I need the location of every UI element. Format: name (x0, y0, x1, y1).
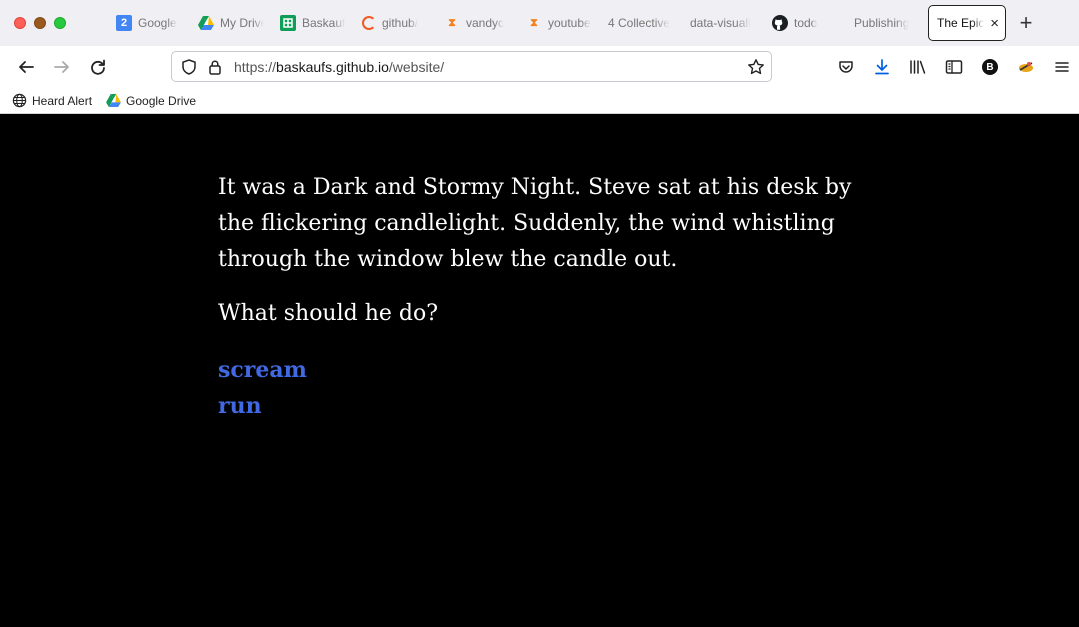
tab-label: Baskauf (302, 16, 346, 30)
story-container: It was a Dark and Stormy Night. Steve sa… (218, 170, 868, 424)
page-content: It was a Dark and Stormy Night. Steve sa… (0, 115, 1079, 627)
tab-label: github/ (382, 16, 419, 30)
tab-label: Google (138, 16, 177, 30)
tab-github-arc[interactable]: github/ (354, 6, 436, 40)
tab-label: todo (794, 16, 818, 30)
extension-icon (1019, 62, 1033, 72)
story-text: It was a Dark and Stormy Night. Steve sa… (218, 175, 852, 272)
choice-list: scream run (218, 352, 868, 424)
forward-arrow-icon (54, 61, 69, 73)
maximize-window-button[interactable] (54, 17, 66, 29)
bookmark-heard-alert[interactable]: Heard Alert (12, 93, 92, 108)
tab-label: vandyc (466, 16, 505, 30)
bookmarks-toolbar: Heard Alert Google Drive (0, 88, 1079, 114)
library-button[interactable] (900, 51, 936, 83)
downloads-button[interactable] (864, 51, 900, 83)
bookmark-google-drive[interactable]: Google Drive (106, 94, 196, 108)
menu-button[interactable] (1044, 51, 1079, 83)
navigation-toolbar: https://baskaufs.github.io/website/ B (0, 46, 1079, 88)
sidebar-icon (945, 60, 963, 74)
tab-sheets[interactable]: Baskauf (272, 6, 354, 40)
sidebar-button[interactable] (936, 51, 972, 83)
tab-label: youtube (548, 16, 591, 30)
pocket-icon (839, 61, 853, 73)
url-text[interactable]: https://baskaufs.github.io/website/ (234, 59, 741, 75)
close-tab-icon[interactable]: × (990, 15, 999, 32)
extension-button[interactable] (1008, 51, 1044, 83)
tab-youtube[interactable]: ⧗ youtube (518, 6, 600, 40)
reload-button[interactable] (80, 51, 116, 83)
forward-button[interactable] (44, 51, 80, 83)
lock-icon[interactable] (208, 59, 226, 75)
globe-icon (12, 93, 27, 108)
bookmark-star-icon[interactable] (741, 58, 771, 76)
hourglass-icon: ⧗ (448, 16, 456, 29)
tab-data-visualization[interactable]: data-visuali (682, 6, 764, 40)
tab-todo[interactable]: todo (764, 6, 846, 40)
new-tab-button[interactable]: + (1006, 10, 1046, 36)
url-host: baskaufs.github.io (276, 58, 389, 75)
tab-my-drive[interactable]: My Drive (190, 6, 272, 40)
url-path: /website/ (388, 58, 445, 75)
github-icon (772, 15, 788, 31)
tab-collective[interactable]: 4 Collective (600, 6, 682, 40)
toolbar-right: B (828, 46, 1079, 88)
choice-scream-link[interactable]: scream (218, 352, 868, 388)
browser-window: 2 Google My Drive Baskauf github/ ⧗ vand… (0, 0, 1079, 627)
tabs: 2 Google My Drive Baskauf github/ ⧗ vand… (108, 0, 1006, 46)
hourglass-icon: ⧗ (530, 16, 538, 29)
download-icon (875, 59, 889, 75)
tab-vandyc[interactable]: ⧗ vandyc (436, 6, 518, 40)
library-icon (910, 60, 926, 74)
bookmark-label: Heard Alert (32, 93, 93, 108)
tab-the-epic[interactable]: The Epic × (928, 5, 1006, 41)
google-drive-icon (106, 94, 121, 107)
tab-label: The Epic (937, 16, 985, 30)
calendar-icon: 2 (116, 15, 132, 31)
sheets-icon (280, 15, 296, 31)
minimize-window-button[interactable] (34, 17, 46, 29)
avatar: B (982, 59, 998, 75)
tab-publishing[interactable]: Publishing (846, 6, 928, 40)
choice-run-link[interactable]: run (218, 388, 868, 424)
address-bar[interactable]: https://baskaufs.github.io/website/ (171, 51, 772, 82)
tab-label: 4 Collective (608, 16, 671, 30)
story-question: What should he do? (218, 301, 439, 326)
tab-label: Publishing (854, 16, 910, 30)
google-drive-icon (198, 15, 214, 31)
hamburger-menu-icon (1055, 62, 1069, 72)
tab-strip: 2 Google My Drive Baskauf github/ ⧗ vand… (0, 0, 1079, 46)
window-controls (0, 17, 108, 29)
tab-label: data-visuali (690, 16, 751, 30)
back-button[interactable] (8, 51, 44, 83)
tracking-protection-shield-icon[interactable] (180, 58, 202, 76)
tab-google-calendar[interactable]: 2 Google (108, 6, 190, 40)
close-window-button[interactable] (14, 17, 26, 29)
bookmark-label: Google Drive (126, 93, 197, 108)
account-button[interactable]: B (972, 51, 1008, 83)
pocket-button[interactable] (828, 51, 864, 83)
back-arrow-icon (19, 61, 34, 73)
tab-label: My Drive (220, 16, 264, 30)
arc-icon (362, 16, 376, 30)
url-scheme: https:// (234, 58, 277, 75)
reload-icon (91, 59, 105, 75)
